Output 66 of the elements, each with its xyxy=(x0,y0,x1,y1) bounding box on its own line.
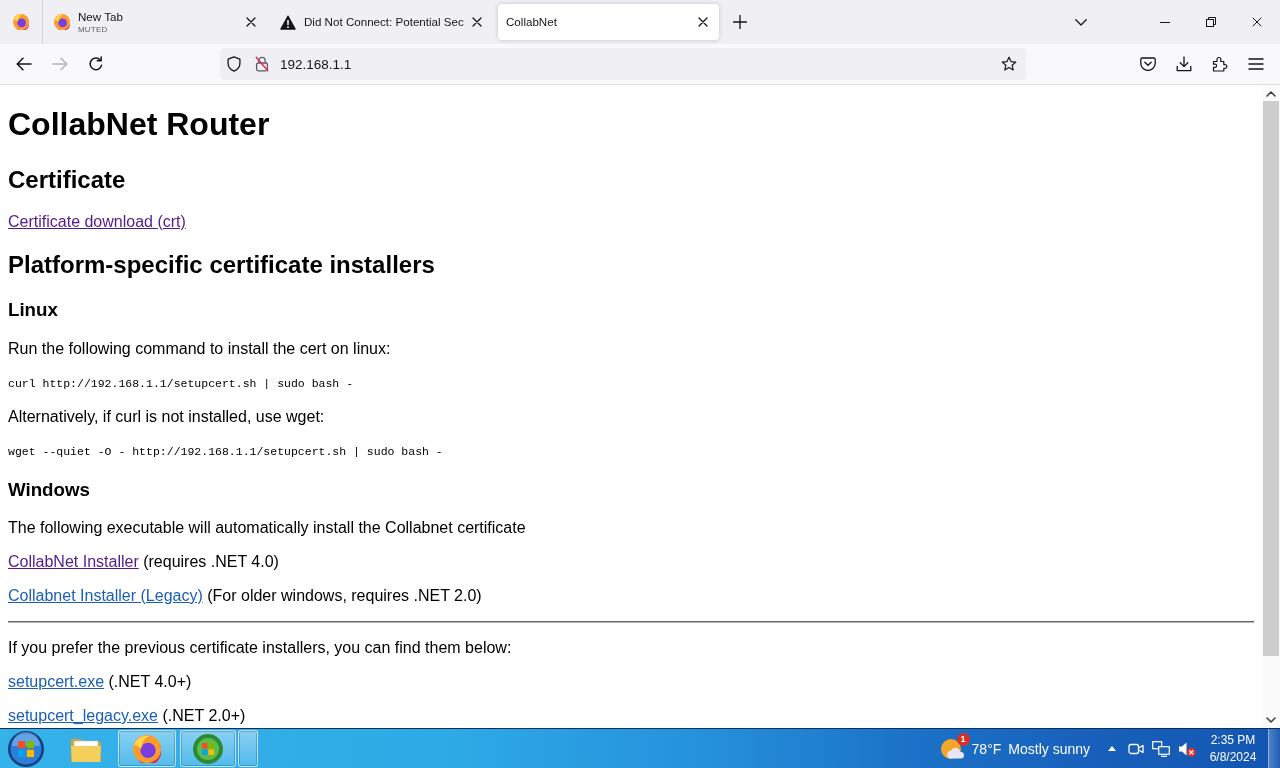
browser-tab[interactable]: New Tab MUTED xyxy=(46,4,267,40)
taskbar-button[interactable] xyxy=(118,730,176,767)
download-link[interactable]: setupcert.exe xyxy=(8,673,105,690)
flag-orb-icon xyxy=(193,733,223,764)
temperature-text: 78°F xyxy=(971,740,1002,757)
clock-time[interactable]: 2:35 PM xyxy=(1210,731,1256,749)
paragraph: Alternatively, if curl is not installed, use wget: xyxy=(8,407,326,426)
plus-icon xyxy=(733,15,747,29)
clock-date[interactable]: 6/8/2024 xyxy=(1209,748,1257,766)
show-desktop-button[interactable] xyxy=(1268,729,1280,768)
download-link[interactable]: Collabnet Installer (Legacy) xyxy=(8,587,203,604)
caret-up-icon[interactable] xyxy=(1108,746,1116,751)
link-note: (.NET 2.0+) xyxy=(162,707,246,724)
network-icon[interactable] xyxy=(1152,740,1170,757)
command-line-text: wget --quiet -O - http://192.168.1.1/setupcert.sh | sudo bash - xyxy=(8,443,444,460)
menu-icon xyxy=(1248,58,1264,70)
close-icon xyxy=(472,17,482,27)
scroll-down-icon[interactable] xyxy=(1266,717,1276,723)
speaker-icon[interactable] xyxy=(1178,740,1196,757)
back-arrow-icon xyxy=(16,57,32,71)
command-line-text: curl http://192.168.1.1/setupcert.sh | sudo bash - xyxy=(8,375,355,392)
close-icon xyxy=(246,17,256,27)
link-note: (requires .NET 4.0) xyxy=(143,553,279,570)
browser-logo-icon xyxy=(133,734,161,763)
close-icon xyxy=(698,17,708,27)
puzzle-piece-icon xyxy=(1212,56,1228,72)
reload-icon xyxy=(88,56,104,72)
scrollbar-track[interactable] xyxy=(1262,85,1280,728)
download-link[interactable]: setupcert_legacy.exe xyxy=(8,707,158,724)
warning-icon xyxy=(280,14,296,30)
restore-icon xyxy=(1206,17,1216,27)
pocket-icon xyxy=(1140,57,1156,71)
minimize-icon xyxy=(1160,21,1170,23)
start-orb-icon xyxy=(8,730,44,767)
muted-label: MUTED xyxy=(78,24,108,35)
browser-logo-icon xyxy=(13,14,29,30)
paragraph: If you prefer the previous certificate installers, you can find them below: xyxy=(8,639,513,657)
download-link[interactable]: CollabNet Installer xyxy=(8,553,139,570)
download-link[interactable]: Certificate download (crt) xyxy=(8,213,186,230)
taskbar-button[interactable] xyxy=(238,730,258,767)
scrollbar-thumb[interactable] xyxy=(1263,101,1279,656)
forward-arrow-icon xyxy=(52,57,68,71)
page-title: CollabNet Router xyxy=(8,106,271,143)
section-heading: Platform-specific certificate installers xyxy=(8,251,436,279)
subsection-heading: Windows xyxy=(8,478,91,501)
sun-cloud-icon[interactable] xyxy=(940,737,965,760)
link-note: (For older windows, requires .NET 2.0) xyxy=(207,587,482,604)
browser-tab[interactable]: Did Not Connect: Potential Sec xyxy=(272,4,493,40)
paragraph: The following executable will automatically install the Collabnet certificate xyxy=(8,519,527,537)
bookmark-star-icon[interactable] xyxy=(1001,56,1017,72)
link-note: (.NET 4.0+) xyxy=(108,673,192,690)
paragraph: Run the following command to install the cert on linux: xyxy=(8,339,392,358)
close-icon xyxy=(1252,17,1262,27)
notification-badge: 1 xyxy=(956,732,970,746)
shield-icon[interactable] xyxy=(227,56,241,72)
browser-logo-icon xyxy=(54,14,70,30)
lock-slash-icon[interactable] xyxy=(255,56,269,72)
taskbar-button[interactable] xyxy=(180,730,236,767)
scroll-up-icon[interactable] xyxy=(1266,91,1276,97)
weather-conditions-text: Mostly sunny xyxy=(1008,740,1090,757)
address-bar[interactable]: 192.168.1.1 xyxy=(220,48,1026,80)
browser-tab[interactable]: CollabNet xyxy=(498,4,719,40)
subsection-heading: Linux xyxy=(8,299,59,321)
download-icon xyxy=(1176,56,1192,72)
section-heading: Certificate xyxy=(8,166,127,194)
chevron-down-icon xyxy=(1075,18,1087,26)
